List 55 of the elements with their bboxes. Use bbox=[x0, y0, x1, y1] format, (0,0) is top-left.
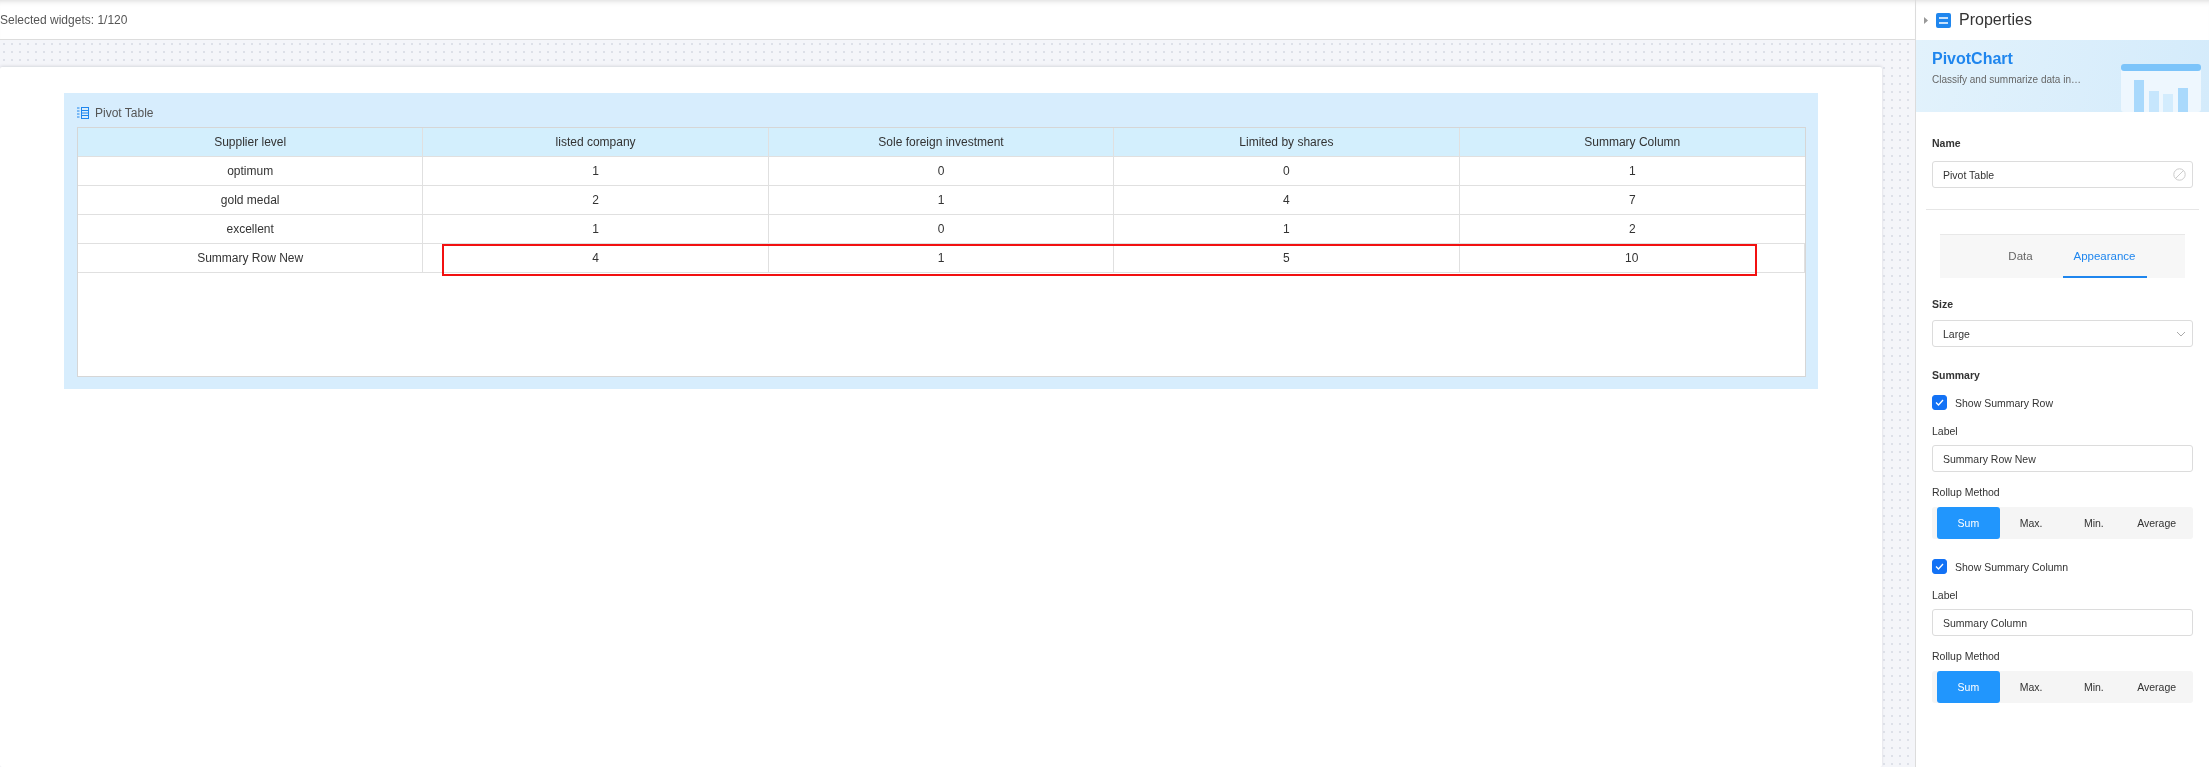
field-label: Name bbox=[1932, 137, 1962, 149]
table-cell: 0 bbox=[768, 157, 1115, 186]
selection-status: Selected widgets: 1/120 bbox=[0, 12, 128, 27]
table-cell: excellent bbox=[78, 215, 424, 244]
field-label: Label bbox=[1932, 425, 1959, 437]
tab[interactable]: Data bbox=[1978, 235, 2063, 278]
banner-description: Classify and summarize data in… bbox=[1932, 74, 2082, 85]
column-header: listed company bbox=[423, 128, 769, 157]
widget-title: Pivot Table bbox=[95, 106, 154, 120]
table-cell: 1 bbox=[423, 157, 769, 186]
table-cell: 0 bbox=[1114, 157, 1460, 186]
field-label: Rollup Method bbox=[1932, 486, 2001, 498]
table-cell: 0 bbox=[768, 215, 1115, 244]
field-label: Size bbox=[1932, 298, 1954, 310]
rollup-option[interactable]: Min. bbox=[2062, 507, 2126, 539]
rollup-option[interactable]: Max. bbox=[1999, 507, 2063, 539]
checkbox[interactable] bbox=[1932, 395, 1947, 410]
table-cell: 1 bbox=[768, 186, 1115, 215]
column-header: Supplier level bbox=[78, 128, 424, 157]
table-cell: 4 bbox=[1114, 186, 1460, 215]
table-cell: optimum bbox=[78, 157, 424, 186]
rollup-option[interactable]: Average bbox=[2125, 507, 2188, 539]
table-cell: gold medal bbox=[78, 186, 424, 215]
label-field[interactable]: Summary Column bbox=[1932, 609, 2193, 636]
column-header: Sole foreign investment bbox=[768, 128, 1115, 157]
check-icon bbox=[1935, 399, 1944, 406]
table-cell: 2 bbox=[423, 186, 769, 215]
checkbox[interactable] bbox=[1932, 559, 1947, 574]
label-field[interactable]: Summary Row New bbox=[1932, 445, 2193, 472]
name-field[interactable]: Pivot Table bbox=[1932, 161, 2193, 188]
column-header: Limited by shares bbox=[1114, 128, 1460, 157]
column-header: Summary Column bbox=[1459, 128, 1805, 157]
table-cell: 1 bbox=[423, 215, 769, 244]
table-cell: 4 bbox=[423, 244, 769, 273]
table-cell: 1 bbox=[1114, 215, 1460, 244]
banner-title: PivotChart bbox=[1932, 50, 2014, 68]
size-select[interactable]: Large bbox=[1932, 320, 2193, 347]
table-cell: Summary Row New bbox=[78, 244, 424, 273]
pivot-table-widget[interactable]: Pivot Table Supplier level listed company Sole foreign investment Limited by shares Summary Column optimum 1 0 0 1 gold medal 2 1 4 7 excellent 1 0 1 2 Summary Row New 4 1 5 10 bbox=[64, 93, 1818, 389]
tab[interactable]: Appearance bbox=[2062, 235, 2147, 278]
rollup-option[interactable]: Max. bbox=[1999, 671, 2063, 703]
properties-icon bbox=[1936, 12, 1951, 28]
rollup-option[interactable]: Average bbox=[2125, 671, 2188, 703]
table-cell: 5 bbox=[1114, 244, 1460, 273]
checkbox-label: Show Summary Column bbox=[1955, 560, 2069, 573]
section-heading: Summary bbox=[1932, 369, 1981, 381]
table-icon bbox=[77, 107, 89, 119]
field-label: Label bbox=[1932, 589, 1959, 601]
panel-title: Properties bbox=[1959, 11, 2032, 29]
field-label: Rollup Method bbox=[1932, 650, 2001, 662]
chevron-down-icon bbox=[2176, 330, 2186, 337]
rollup-option[interactable]: Min. bbox=[2062, 671, 2126, 703]
check-icon bbox=[1935, 563, 1944, 570]
expand-caret-icon[interactable] bbox=[1924, 16, 1928, 24]
checkbox-label: Show Summary Row bbox=[1955, 396, 2054, 409]
